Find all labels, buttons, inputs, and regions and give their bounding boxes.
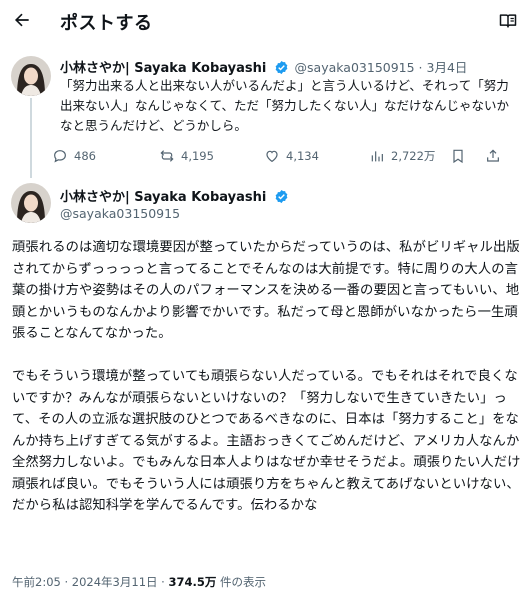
quoted-post-text: 「努力出来る人と出来ない人がいるんだよ」と言う人いるけど、それって「努力出来ない… [60, 78, 510, 133]
bookmark-button[interactable] [450, 148, 466, 164]
main-post-author: 小林さやか| Sayaka Kobayashi [60, 186, 289, 205]
view-count: 2,722万 [391, 149, 436, 163]
avatar-photo [11, 183, 51, 223]
handle-and-date: @sayaka03150915 · 3月4日 [294, 60, 468, 75]
like-button[interactable]: 4,134 [264, 148, 319, 164]
reply-button[interactable]: 486 [52, 148, 96, 164]
views-label: 件の表示 [216, 575, 267, 589]
reply-count: 486 [74, 149, 96, 163]
reply-icon [54, 150, 66, 163]
verified-badge-icon [276, 60, 288, 75]
share-button[interactable] [485, 148, 501, 164]
quoted-post-actions: 486 4,195 4,134 2,722万 [52, 146, 522, 166]
avatar-photo [11, 56, 51, 96]
thread-connector [30, 98, 32, 178]
heart-icon [266, 150, 278, 163]
reader-mode-button[interactable] [493, 6, 523, 36]
repost-count: 4,195 [181, 149, 214, 163]
back-button[interactable] [6, 4, 38, 36]
author-handle[interactable]: @sayaka03150915 [60, 206, 180, 221]
post-metadata: 午前2:05 · 2024年3月11日 · 374.5万 件の表示 [12, 574, 266, 590]
avatar[interactable] [11, 183, 51, 223]
verified-badge-icon [276, 189, 288, 204]
author-name[interactable]: 小林さやか| Sayaka Kobayashi [60, 190, 266, 205]
quoted-post-header: 小林さやか| Sayaka Kobayashi @sayaka03150915 … [60, 57, 520, 76]
views-button[interactable]: 2,722万 [369, 148, 435, 164]
top-bar: ポストする [0, 0, 531, 44]
like-count: 4,134 [286, 149, 319, 163]
view-count: 374.5万 [168, 575, 217, 589]
page-title: ポストする [60, 13, 153, 34]
repost-button[interactable]: 4,195 [159, 148, 214, 164]
arrow-left-icon [14, 13, 29, 27]
author-name[interactable]: 小林さやか| Sayaka Kobayashi [60, 61, 266, 76]
repost-icon [160, 150, 174, 162]
post-timestamp[interactable]: 午前2:05 · 2024年3月11日 · [12, 575, 168, 589]
reader-mode-icon [499, 14, 517, 28]
bookmark-icon [453, 149, 463, 164]
avatar[interactable] [11, 56, 51, 96]
main-post-text: 頑張れるのは適切な環境要因が整っていたからだっていうのは、私がビリギャル出版され… [12, 240, 521, 513]
analytics-icon [371, 151, 383, 162]
share-icon [487, 149, 499, 162]
